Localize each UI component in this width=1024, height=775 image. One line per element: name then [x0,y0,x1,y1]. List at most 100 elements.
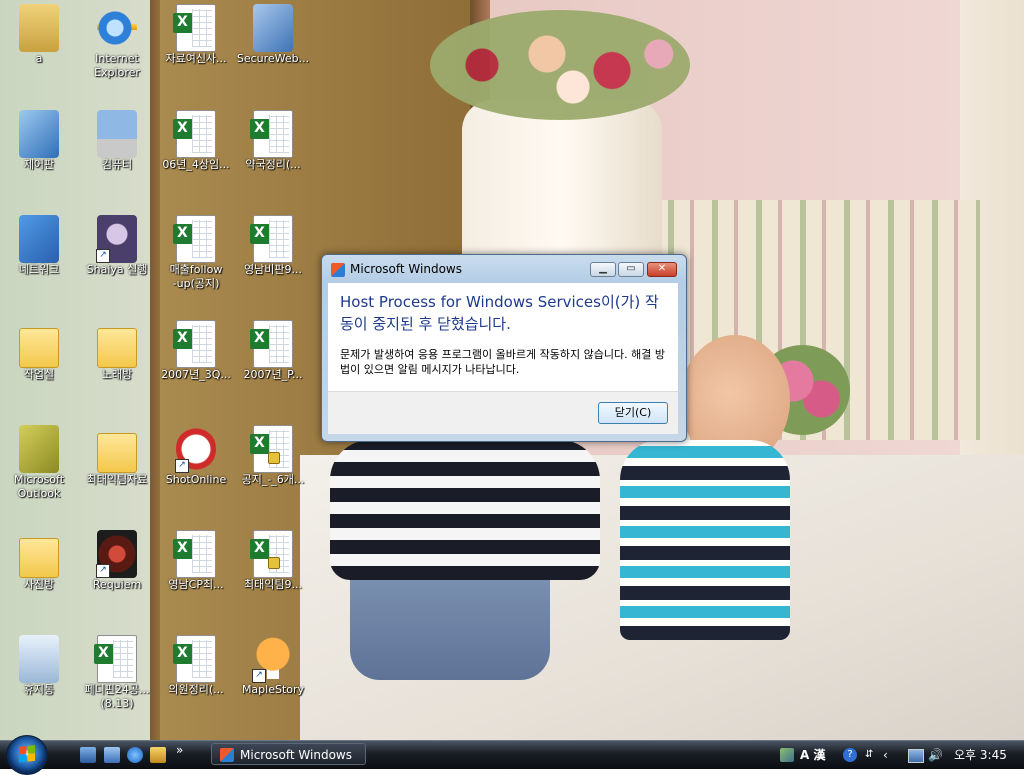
folder-icon [97,433,137,473]
ime-options-icon[interactable]: ⇵ [865,741,873,769]
desktop-icon[interactable]: 의원정리(... [157,631,235,731]
desktop-icon[interactable]: 휴지통 [0,631,78,731]
desktop-icon[interactable]: a [0,0,78,100]
desktop-icon-label: 최태익팀9... [244,578,302,591]
desktop-icon-label: 2007년_P... [243,368,303,381]
desktop-icon[interactable]: 페디핀24공... (8.13) [78,631,156,731]
ie-icon [97,4,137,52]
recycle-bin-icon [19,635,59,683]
maximize-button[interactable]: ▭ [618,262,644,277]
desktop-icon-label: 공지_-_6개... [241,473,305,486]
desktop-icon-label: Microsoft Outlook [13,473,65,500]
dialog-footer: 닫기(C) [328,391,678,434]
windows-app-icon [331,263,345,277]
desktop-icon[interactable]: 최태익팀자료 [78,421,156,521]
close-window-button[interactable]: ✕ [647,262,677,277]
desktop-icon[interactable]: 자료여신사... [157,0,235,100]
dialog-body: Host Process for Windows Services이(가) 작동… [328,283,678,391]
network-icon[interactable] [908,749,924,763]
desktop-icon[interactable]: 노래방 [78,316,156,416]
windows-logo-icon [19,745,35,763]
desktop-icon-label: 자료여신사... [165,52,227,65]
language-bar-icon[interactable] [780,748,794,762]
folder-icon [19,328,59,368]
clock[interactable]: 오후 3:45 [954,741,1007,769]
desktop-icon-label: 컴퓨터 [101,158,133,171]
quicklaunch-app-icon[interactable] [150,747,166,763]
help-icon[interactable]: ? [843,748,857,762]
excel-icon [173,635,216,683]
shortcut-arrow-icon: ↗ [96,564,110,578]
ime-indicator[interactable]: A 漢 [800,741,825,769]
internet-explorer-icon[interactable] [127,747,143,763]
desktop-icon[interactable]: 작업실 [0,316,78,416]
desktop-icon[interactable]: 매출follow -up(공지) [157,211,235,311]
windows-app-icon [220,748,234,762]
volume-icon[interactable]: 🔊 [928,741,943,769]
desktop-icon-label: SecureWeb... [236,52,310,65]
desktop-icon[interactable]: 영남비판9... [234,211,312,311]
desktop-icon[interactable]: ↗ ShotOnline [157,421,235,521]
desktop-icon[interactable]: 2007년_P... [234,316,312,416]
desktop-icon[interactable]: SecureWeb... [234,0,312,100]
desktop-icon[interactable]: 2007년_3Q... [157,316,235,416]
switch-windows-icon[interactable] [104,747,120,763]
desktop-icon-label: 의원정리(... [168,683,224,696]
shortcut-arrow-icon: ↗ [252,669,266,683]
desktop-icon-label: 휴지통 [23,683,55,696]
desktop-icon[interactable]: ↗ Shaiya 실행 [78,211,156,311]
secure-icon [253,4,293,52]
desktop-icon[interactable]: 제어판 [0,106,78,206]
excel-lock-icon [250,425,293,473]
excel-icon [250,320,293,368]
folder-icon [97,328,137,368]
minimize-button[interactable]: ▁ [590,262,616,277]
system-tray: A 漢 ? ⇵ ‹ 🔊 오후 3:45 [778,741,1024,769]
desktop-icon[interactable]: 06년_4상임... [157,106,235,206]
desktop-icon[interactable]: Internet Explorer [78,0,156,100]
dialog-message: 문제가 발생하여 응용 프로그램이 올바르게 작동하지 않습니다. 해결 방법이… [340,348,665,376]
quicklaunch-overflow-icon[interactable]: » [176,743,183,757]
desktop-icon-label: MapleStory [241,683,305,696]
dialog-title: Microsoft Windows [350,262,462,276]
dialog-close-button[interactable]: 닫기(C) [598,402,668,424]
desktop-icon[interactable]: 공지_-_6개... [234,421,312,521]
desktop-icon-label: 영남CP최... [168,578,224,591]
desktop-icon-label: 네트워크 [18,263,60,276]
desktop-icon-label: 2007년_3Q... [161,368,231,381]
excel-icon [173,215,216,263]
excel-icon [250,215,293,263]
taskbar-item-microsoft-windows[interactable]: Microsoft Windows [211,743,366,765]
folder-icon [19,538,59,578]
desktop-icon[interactable]: ↗ Requiem [78,526,156,626]
desktop-icon[interactable]: 컴퓨터 [78,106,156,206]
desktop-icon-label: 사진방 [23,578,55,591]
error-dialog: Microsoft Windows ▁ ▭ ✕ Host Process for… [321,254,687,442]
desktop-icon[interactable]: Microsoft Outlook [0,421,78,521]
folder-doc-icon [19,4,59,52]
desktop-icon-label: Shaiya 실행 [86,263,148,276]
show-desktop-icon[interactable] [80,747,96,763]
excel-icon [173,530,216,578]
start-button[interactable] [6,735,48,775]
desktop-icon-label: ShotOnline [165,473,227,486]
excel-icon [173,110,216,158]
wallpaper-vase [462,100,662,280]
show-hidden-icons-chevron[interactable]: ‹ [883,741,888,769]
desktop-icon-label: Internet Explorer [94,52,140,79]
desktop-icon[interactable]: 최태익팀9... [234,526,312,626]
desktop-icon[interactable]: 영남CP최... [157,526,235,626]
desktop-icon[interactable]: ↗ MapleStory [234,631,312,731]
excel-icon [173,320,216,368]
desktop-icon[interactable]: 사진방 [0,526,78,626]
desktop-icon-label: 최태익팀자료 [86,473,148,486]
shortcut-arrow-icon: ↗ [175,459,189,473]
excel-icon [94,635,137,683]
desktop-icon-label: 제어판 [23,158,55,171]
excel-icon [250,110,293,158]
desktop-icon-label: Requiem [92,578,142,591]
desktop-icon[interactable]: 약국정리(... [234,106,312,206]
taskbar: » Microsoft Windows A 漢 ? ⇵ ‹ 🔊 오후 3:45 [0,735,1024,775]
desktop-icon[interactable]: 네트워크 [0,211,78,311]
desktop-icon-label: 매출follow -up(공지) [169,263,223,290]
